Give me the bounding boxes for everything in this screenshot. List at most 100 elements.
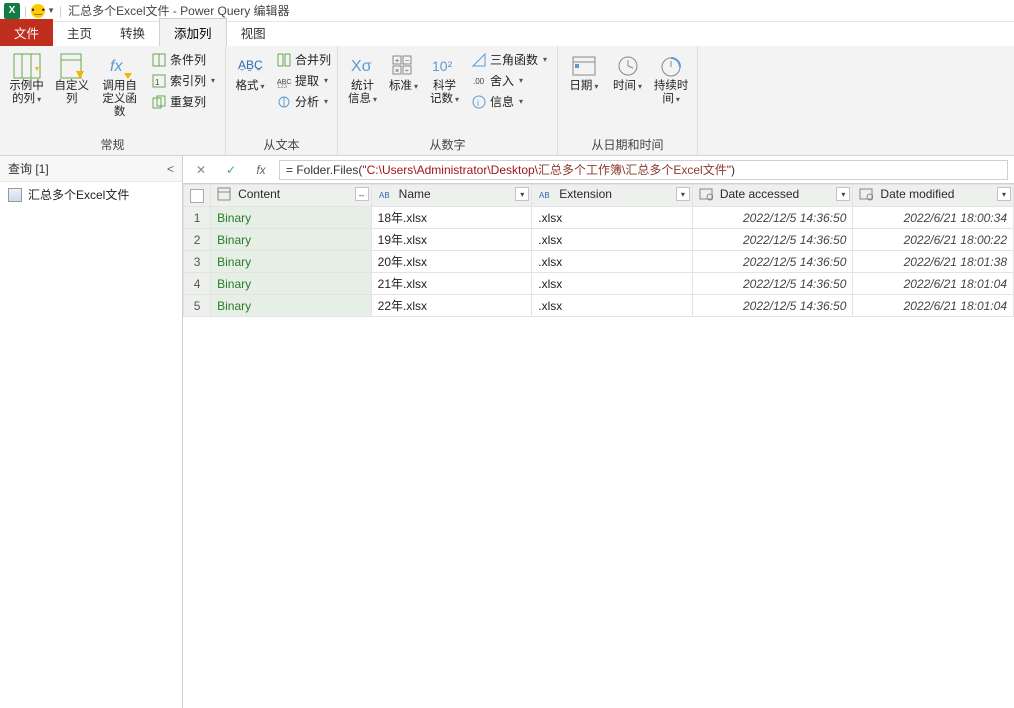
cell-name[interactable]: 20年.xlsx (371, 251, 532, 273)
row-number[interactable]: 3 (184, 251, 211, 273)
table-row[interactable]: 4Binary21年.xlsx.xlsx2022/12/5 14:36:5020… (184, 273, 1014, 295)
cell-name[interactable]: 22年.xlsx (371, 295, 532, 317)
index-column-button[interactable]: 1索引列▾ (147, 71, 219, 90)
cell-extension[interactable]: .xlsx (532, 273, 693, 295)
table-row[interactable]: 1Binary18年.xlsx.xlsx2022/12/5 14:36:5020… (184, 207, 1014, 229)
cell-name[interactable]: 21年.xlsx (371, 273, 532, 295)
chevron-down-icon: ▾ (37, 95, 41, 104)
expand-column-icon[interactable]: ↔ (355, 187, 369, 201)
row-number[interactable]: 4 (184, 273, 211, 295)
filter-dropdown-icon[interactable]: ▾ (836, 187, 850, 201)
cell-date-modified[interactable]: 2022/6/21 18:01:38 (853, 251, 1014, 273)
statistics-button[interactable]: Xσ 统计信息▾ (344, 50, 381, 108)
cell-content[interactable]: Binary (211, 207, 372, 229)
information-button[interactable]: i信息▾ (467, 92, 551, 111)
cell-date-accessed[interactable]: 2022/12/5 14:36:50 (692, 295, 853, 317)
tab-home[interactable]: 主页 (53, 19, 106, 46)
chevron-down-icon: ▾ (638, 82, 642, 91)
column-from-examples-button[interactable]: 示例中的列▾ (6, 50, 47, 108)
merge-columns-button[interactable]: 合并列 (272, 50, 335, 69)
cancel-formula-button[interactable]: ✕ (189, 160, 213, 180)
tab-file[interactable]: 文件 (0, 19, 53, 46)
table-row[interactable]: 2Binary19年.xlsx.xlsx2022/12/5 14:36:5020… (184, 229, 1014, 251)
time-button[interactable]: 时间▾ (608, 50, 648, 95)
trigonometry-button[interactable]: 三角函数▾ (467, 50, 551, 69)
standard-button[interactable]: +−×÷ 标准▾ (385, 50, 422, 95)
duration-icon (655, 52, 687, 80)
chevron-down-icon: ▾ (519, 97, 523, 106)
trig-icon (471, 52, 487, 68)
duration-button[interactable]: 持续时间▾ (651, 50, 691, 108)
column-header-name[interactable]: ABName ▾ (371, 185, 532, 207)
extract-button[interactable]: ABC123提取▾ (272, 71, 335, 90)
filter-dropdown-icon[interactable]: ▾ (676, 187, 690, 201)
cell-content[interactable]: Binary (211, 273, 372, 295)
duplicate-column-button[interactable]: 重复列 (147, 92, 219, 111)
cell-date-accessed[interactable]: 2022/12/5 14:36:50 (692, 207, 853, 229)
main-area: 查询 [1] < 汇总多个Excel文件 ✕ ✓ fx = Folder.Fil… (0, 156, 1014, 708)
format-button[interactable]: A̱ḆC̱ 格式▾ (232, 50, 268, 95)
svg-text:1: 1 (155, 78, 160, 87)
qa-dropdown-icon[interactable]: ▼ (47, 6, 55, 15)
rounding-icon: .00 (471, 73, 487, 89)
accept-formula-button[interactable]: ✓ (219, 160, 243, 180)
fx-icon[interactable]: fx (249, 160, 273, 180)
ribbon: 示例中的列▾ 自定义列 fx 调用自定义函数 条件列 1索引列▾ 重复列 常规 (0, 46, 1014, 156)
text-type-icon: AB (378, 187, 394, 201)
cell-extension[interactable]: .xlsx (532, 207, 693, 229)
cell-date-modified[interactable]: 2022/6/21 18:00:22 (853, 229, 1014, 251)
cell-date-accessed[interactable]: 2022/12/5 14:36:50 (692, 273, 853, 295)
cell-date-modified[interactable]: 2022/6/21 18:01:04 (853, 295, 1014, 317)
select-all-corner[interactable] (184, 185, 211, 207)
row-number[interactable]: 1 (184, 207, 211, 229)
cell-content[interactable]: Binary (211, 229, 372, 251)
conditional-column-icon (151, 52, 167, 68)
query-item[interactable]: 汇总多个Excel文件 (0, 182, 182, 207)
date-icon (568, 52, 600, 80)
smiley-icon[interactable]: •‿• (31, 4, 45, 18)
group-label-datetime: 从日期和时间 (564, 134, 691, 153)
collapse-sidebar-icon[interactable]: < (167, 162, 174, 176)
table-icon (8, 188, 22, 202)
cell-date-modified[interactable]: 2022/6/21 18:01:04 (853, 273, 1014, 295)
tab-transform[interactable]: 转换 (106, 19, 159, 46)
cell-content[interactable]: Binary (211, 295, 372, 317)
cell-name[interactable]: 19年.xlsx (371, 229, 532, 251)
statistics-icon: Xσ (346, 52, 378, 80)
table-row[interactable]: 5Binary22年.xlsx.xlsx2022/12/5 14:36:5020… (184, 295, 1014, 317)
data-grid[interactable]: Content ↔ ABName ▾ ABExtension ▾ Date (183, 184, 1014, 708)
filter-dropdown-icon[interactable]: ▾ (515, 187, 529, 201)
parse-button[interactable]: 分析▾ (272, 92, 335, 111)
chevron-down-icon: ▾ (676, 95, 680, 104)
rounding-button[interactable]: .00舍入▾ (467, 71, 551, 90)
column-header-date-modified[interactable]: Date modified ▾ (853, 185, 1014, 207)
cell-date-accessed[interactable]: 2022/12/5 14:36:50 (692, 251, 853, 273)
custom-column-button[interactable]: 自定义列 (51, 50, 92, 108)
column-header-content[interactable]: Content ↔ (211, 185, 372, 207)
cell-date-modified[interactable]: 2022/6/21 18:00:34 (853, 207, 1014, 229)
date-button[interactable]: 日期▾ (564, 50, 604, 95)
column-header-date-accessed[interactable]: Date accessed ▾ (692, 185, 853, 207)
invoke-function-button[interactable]: fx 调用自定义函数 (96, 50, 143, 121)
tab-add-column[interactable]: 添加列 (159, 18, 227, 46)
row-number[interactable]: 5 (184, 295, 211, 317)
tab-view[interactable]: 视图 (227, 19, 280, 46)
filter-dropdown-icon[interactable]: ▾ (997, 187, 1011, 201)
svg-text:+: + (395, 58, 399, 65)
cell-extension[interactable]: .xlsx (532, 251, 693, 273)
conditional-column-button[interactable]: 条件列 (147, 50, 219, 69)
cell-extension[interactable]: .xlsx (532, 229, 693, 251)
duplicate-column-icon (151, 94, 167, 110)
svg-text:×: × (395, 68, 399, 75)
table-row[interactable]: 3Binary20年.xlsx.xlsx2022/12/5 14:36:5020… (184, 251, 1014, 273)
cell-date-accessed[interactable]: 2022/12/5 14:36:50 (692, 229, 853, 251)
ribbon-group-datetime: 日期▾ 时间▾ 持续时间▾ 从日期和时间 (558, 46, 698, 155)
formula-input[interactable]: = Folder.Files("C:\Users\Administrator\D… (279, 160, 1008, 180)
cell-content[interactable]: Binary (211, 251, 372, 273)
cell-name[interactable]: 18年.xlsx (371, 207, 532, 229)
row-number[interactable]: 2 (184, 229, 211, 251)
column-header-extension[interactable]: ABExtension ▾ (532, 185, 693, 207)
scientific-button[interactable]: 10² 科学记数▾ (426, 50, 463, 108)
cell-extension[interactable]: .xlsx (532, 295, 693, 317)
index-column-icon: 1 (151, 73, 167, 89)
